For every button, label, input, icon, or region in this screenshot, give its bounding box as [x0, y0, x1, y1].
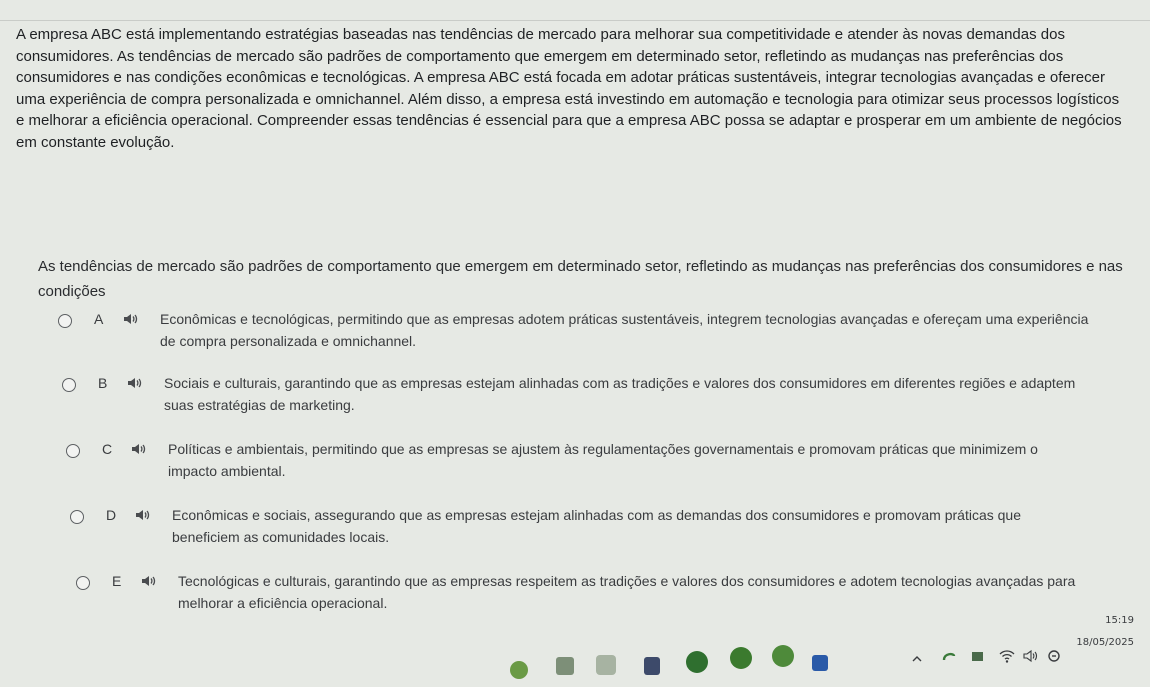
wifi-icon[interactable] — [998, 648, 1016, 664]
top-divider — [0, 20, 1150, 21]
option-text: Econômicas e sociais, assegurando que as… — [172, 507, 1022, 545]
option-letter: B — [98, 375, 108, 391]
volume-icon[interactable] — [1022, 648, 1038, 664]
radio-button[interactable] — [62, 378, 76, 392]
option-letter: D — [106, 507, 117, 523]
option-text: Políticas e ambientais, permitindo que a… — [168, 441, 1038, 479]
chevron-up-icon[interactable] — [910, 652, 924, 666]
option-e[interactable]: E Tecnológicas e culturais, garantindo q… — [76, 570, 1116, 614]
app-icon[interactable] — [772, 645, 794, 667]
option-letter: C — [102, 441, 113, 457]
option-d[interactable]: D Econômicas e sociais, assegurando que … — [70, 504, 1110, 548]
app-icon[interactable] — [940, 648, 958, 666]
passage-paragraph: A empresa ABC está implementando estraté… — [16, 26, 1122, 151]
speaker-icon[interactable] — [140, 573, 156, 589]
option-text: Econômicas e tecnológicas, permitindo qu… — [160, 311, 1089, 349]
radio-button[interactable] — [66, 444, 80, 458]
app-icon[interactable] — [644, 657, 660, 675]
speaker-icon[interactable] — [130, 441, 146, 457]
app-icon[interactable] — [730, 647, 752, 669]
option-text: Tecnológicas e culturais, garantindo que… — [178, 573, 1076, 611]
app-icon[interactable] — [686, 651, 708, 673]
radio-button[interactable] — [70, 510, 84, 524]
option-letter: A — [94, 311, 104, 327]
option-letter: E — [112, 573, 122, 589]
radio-button[interactable] — [76, 576, 90, 590]
passage-text: A empresa ABC está implementando estraté… — [16, 24, 1131, 153]
radio-button[interactable] — [58, 314, 72, 328]
clock-time: 15:19 — [1105, 615, 1134, 626]
option-b[interactable]: B Sociais e culturais, garantindo que as… — [62, 372, 1102, 416]
question-text: As tendências de mercado são padrões de … — [38, 258, 1123, 300]
option-text: Sociais e culturais, garantindo que as e… — [164, 375, 1076, 413]
app-icon[interactable] — [556, 657, 574, 675]
app-icon[interactable] — [596, 655, 616, 675]
app-icon[interactable] — [510, 661, 528, 679]
speaker-icon[interactable] — [122, 311, 138, 327]
battery-icon — [972, 652, 983, 661]
clock-date: 18/05/2025 — [1076, 637, 1134, 648]
option-c[interactable]: C Políticas e ambientais, permitindo que… — [66, 438, 1106, 482]
speaker-icon[interactable] — [134, 507, 150, 523]
option-a[interactable]: A Econômicas e tecnológicas, permitindo … — [58, 308, 1098, 352]
system-clock[interactable]: 15:19 18/05/2025 — [1054, 612, 1134, 652]
speaker-icon[interactable] — [126, 375, 142, 391]
app-icon[interactable] — [812, 655, 828, 671]
